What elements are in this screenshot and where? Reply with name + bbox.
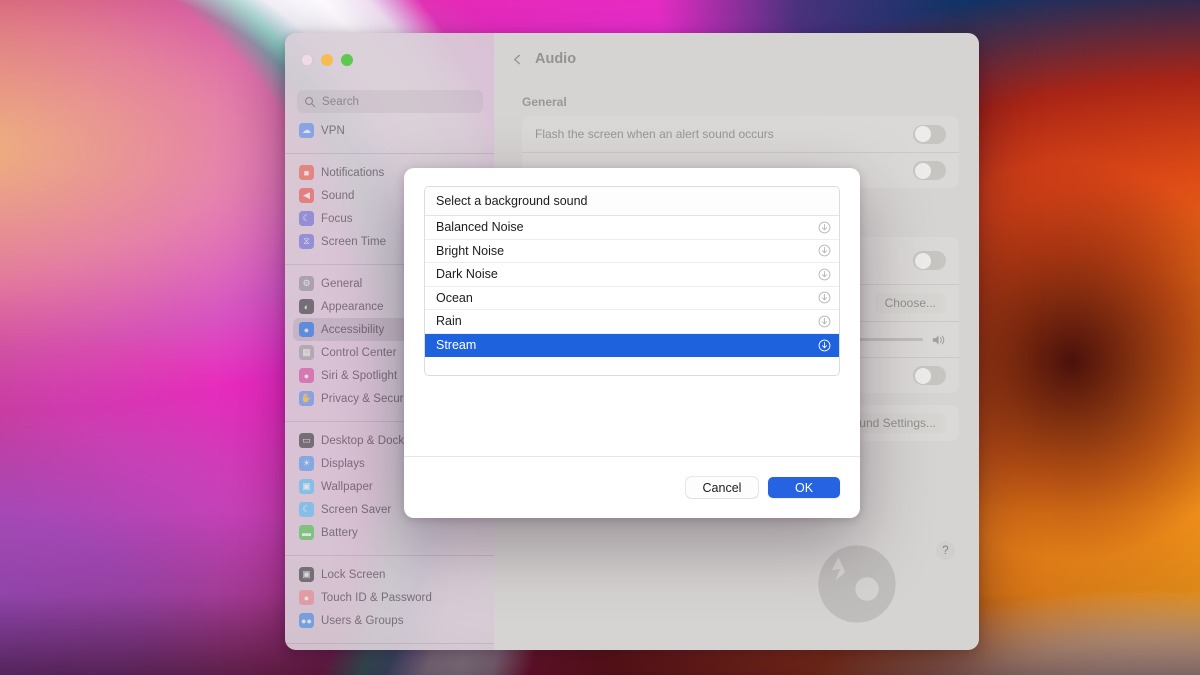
sidebar-item-lock-screen[interactable]: ▣ Lock Screen (293, 563, 486, 586)
dialog-footer: Cancel OK (404, 456, 860, 518)
sidebar-item-label: Users & Groups (321, 615, 404, 627)
help-button[interactable]: ? (936, 541, 955, 560)
notifications-icon: ■ (299, 165, 314, 180)
sound-list-item-label: Bright Noise (436, 244, 818, 258)
siri-orb-icon (815, 542, 899, 626)
sidebar-item-label: Displays (321, 458, 365, 470)
search-field[interactable]: Search (297, 90, 483, 113)
download-icon[interactable] (818, 268, 831, 281)
sound-list-item-label: Rain (436, 314, 818, 328)
sidebar-divider (285, 555, 494, 556)
sidebar-item-label: Privacy & Security (321, 393, 415, 405)
search-icon (304, 96, 316, 108)
focus-icon: ☾ (299, 211, 314, 226)
sidebar-group: ▣ Lock Screen ● Touch ID & Password ●● Users … (293, 563, 486, 632)
sidebar-divider (285, 643, 494, 644)
displays-icon: ☀ (299, 456, 314, 471)
maximize-window-button[interactable] (341, 54, 353, 66)
accessibility-icon: ● (299, 322, 314, 337)
desktop-dock-icon: ▭ (299, 433, 314, 448)
stop-on-sleep-toggle[interactable] (913, 366, 946, 385)
battery-icon: ▬ (299, 525, 314, 540)
sound-list-item[interactable]: Bright Noise (425, 240, 839, 264)
minimize-window-button[interactable] (321, 54, 333, 66)
users-groups-icon: ●● (299, 613, 314, 628)
sidebar-item-label: Notifications (321, 167, 384, 179)
sidebar-item-label: Sound (321, 190, 355, 202)
desktop-wallpaper: Search ☁ VPN ■ Notifications ◀ Sound ☾ Focus ⧖ Sc… (0, 0, 1200, 675)
sidebar-item-label: Screen Saver (321, 504, 391, 516)
sidebar-item-label: Control Center (321, 347, 396, 359)
download-icon[interactable] (818, 221, 831, 234)
sidebar-item-users-groups[interactable]: ●● Users & Groups (293, 609, 486, 632)
section-label-general: General (522, 95, 979, 109)
screen-saver-icon: ☾ (299, 502, 314, 517)
row-label: Flash the screen when an alert sound occ… (535, 127, 913, 141)
sidebar-item-label: Desktop & Dock (321, 435, 404, 447)
sidebar-item-label: Screen Time (321, 236, 386, 248)
dialog-body: Select a background sound Balanced Noise… (404, 168, 860, 456)
sidebar-item-touch-id-password[interactable]: ● Touch ID & Password (293, 586, 486, 609)
page-title: Audio (535, 51, 576, 67)
sound-list-item-label: Stream (436, 338, 818, 352)
choose-button[interactable]: Choose... (875, 293, 946, 313)
download-icon[interactable] (818, 291, 831, 304)
sound-list-item-label: Ocean (436, 291, 818, 305)
screen-time-icon: ⧖ (299, 234, 314, 249)
sidebar-item-label: Siri & Spotlight (321, 370, 397, 382)
sidebar-group: ☁ VPN (293, 119, 486, 142)
sound-list-item[interactable]: Rain (425, 310, 839, 334)
background-sounds-toggle[interactable] (913, 251, 946, 270)
cancel-button[interactable]: Cancel (686, 477, 758, 498)
general-icon: ⚙ (299, 276, 314, 291)
sidebar-item-label: VPN (321, 125, 345, 137)
touch-id-icon: ● (299, 590, 314, 605)
download-icon[interactable] (818, 244, 831, 257)
wallpaper-icon: ▣ (299, 479, 314, 494)
sidebar-item-label: Touch ID & Password (321, 592, 432, 604)
sidebar-item-vpn[interactable]: ☁ VPN (293, 119, 486, 142)
sound-icon: ◀ (299, 188, 314, 203)
sound-list-header: Select a background sound (425, 187, 839, 216)
sound-list-rows: Balanced Noise Bright Noise Dark Noise Ocea… (425, 216, 839, 357)
sidebar-item-label: Battery (321, 527, 358, 539)
sidebar-divider (285, 153, 494, 154)
detail-header: Audio (494, 33, 979, 67)
sound-settings-button[interactable]: und Settings... (849, 413, 946, 433)
siri-spotlight-icon: ● (299, 368, 314, 383)
search-placeholder: Search (322, 96, 359, 108)
sidebar-item-battery[interactable]: ▬ Battery (293, 521, 486, 544)
sound-list-item[interactable]: Ocean (425, 287, 839, 311)
sound-list-item-label: Balanced Noise (436, 220, 818, 234)
sidebar-item-label: Appearance (321, 301, 384, 313)
sidebar-item-label: Wallpaper (321, 481, 373, 493)
download-icon[interactable] (818, 315, 831, 328)
control-center-icon: ▦ (299, 345, 314, 360)
sound-list-item-label: Dark Noise (436, 267, 818, 281)
privacy-security-icon: ✋ (299, 391, 314, 406)
occluded-toggle-a[interactable] (913, 161, 946, 180)
speaker-icon (932, 333, 946, 347)
sidebar-item-label: Accessibility (321, 324, 384, 336)
lock-screen-icon: ▣ (299, 567, 314, 582)
sound-list-item[interactable]: Dark Noise (425, 263, 839, 287)
vpn-icon: ☁ (299, 123, 314, 138)
sound-list-item[interactable]: Stream (425, 334, 839, 358)
close-window-button[interactable] (301, 54, 313, 66)
sidebar-item-label: Lock Screen (321, 569, 385, 581)
flash-screen-toggle[interactable] (913, 125, 946, 144)
download-icon[interactable] (818, 339, 831, 352)
sidebar-item-label: General (321, 278, 362, 290)
window-controls (301, 54, 353, 66)
row-flash-screen[interactable]: Flash the screen when an alert sound occ… (522, 116, 959, 152)
sound-list: Select a background sound Balanced Noise… (424, 186, 840, 376)
background-sound-dialog: Select a background sound Balanced Noise… (404, 168, 860, 518)
appearance-icon: ◐ (299, 299, 314, 314)
sound-list-item[interactable]: Balanced Noise (425, 216, 839, 240)
back-chevron-icon[interactable] (512, 54, 523, 65)
ok-button[interactable]: OK (768, 477, 840, 498)
sidebar-item-label: Focus (321, 213, 353, 225)
